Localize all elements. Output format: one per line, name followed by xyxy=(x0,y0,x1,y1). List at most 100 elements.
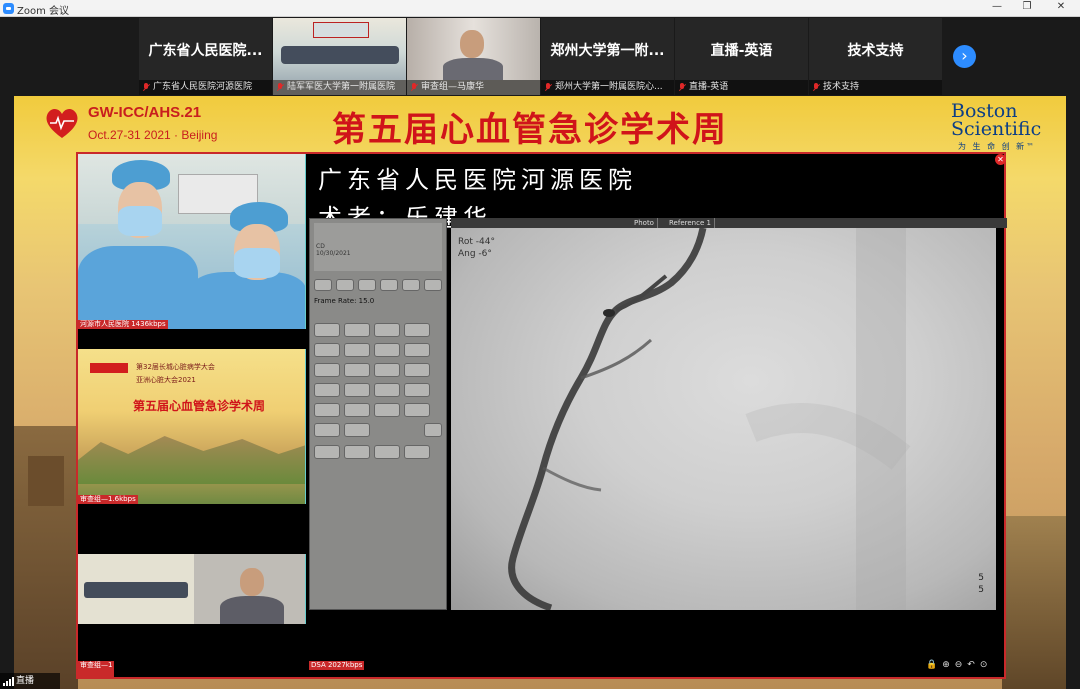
angulation-readout: Ang -6° xyxy=(458,249,492,259)
mini-subtitle: 亚洲心脏大会2021 xyxy=(136,376,196,384)
conference-date: Oct.27-31 2021 · Beijing xyxy=(88,128,218,142)
video-tile-panel[interactable] xyxy=(78,554,306,624)
presentation-window: 河源市人民医院 1436kbps 第32届长城心脏病学大会 亚洲心脏大会2021… xyxy=(76,152,1007,679)
view-tools[interactable]: 🔒⊕⊖↶⊙ xyxy=(926,660,992,670)
sponsor-tagline: 为 生 命 创 新™ xyxy=(958,142,1037,151)
mic-muted-icon xyxy=(544,83,552,92)
tool-button[interactable] xyxy=(404,363,430,377)
participant-tile[interactable]: 陆军军医大学第一附属医院 xyxy=(273,18,406,95)
participant-tile[interactable]: 直播-英语 直播-英语 xyxy=(675,18,808,95)
speaker-face xyxy=(240,568,264,596)
tool-button[interactable] xyxy=(344,363,370,377)
video-feed xyxy=(407,18,540,80)
tool-row xyxy=(314,445,442,459)
participant-name: 审查组—马康华 xyxy=(407,80,540,95)
restore-button[interactable]: ❐ xyxy=(1016,1,1038,15)
participant-display-name: 直播-英语 xyxy=(710,43,773,59)
participant-name: 技术支持 xyxy=(809,80,942,95)
first-frame-button[interactable] xyxy=(314,279,332,291)
mic-muted-icon xyxy=(812,83,820,92)
frame-indicator: 5 5 xyxy=(978,573,984,595)
zoom-app-icon xyxy=(3,3,14,14)
tool-button[interactable] xyxy=(344,383,370,397)
tool-button[interactable] xyxy=(404,445,430,459)
conference-logo-text: GW-ICC/AHS.21 xyxy=(88,104,202,121)
mic-muted-icon xyxy=(276,83,284,92)
play-button[interactable] xyxy=(402,279,420,291)
speaker-body xyxy=(220,596,284,624)
tab-photo[interactable]: Photo xyxy=(631,218,658,228)
tool-button[interactable] xyxy=(314,445,340,459)
tool-button[interactable] xyxy=(314,403,340,417)
tool-row xyxy=(314,323,442,337)
participant-display-name: 广东省人民医院... xyxy=(148,43,263,59)
tool-row xyxy=(314,343,442,357)
tile-label: 河源市人民医院 1436kbps xyxy=(78,320,168,329)
tool-button[interactable] xyxy=(374,403,400,417)
tool-button[interactable] xyxy=(344,343,370,357)
tool-row xyxy=(314,423,442,437)
tool-button[interactable] xyxy=(374,445,400,459)
next-page-button[interactable]: › xyxy=(953,45,976,68)
tool-button[interactable] xyxy=(374,343,400,357)
rotation-readout: Rot -44° xyxy=(458,237,495,247)
stop-button[interactable] xyxy=(358,279,376,291)
tool-button[interactable] xyxy=(404,343,430,357)
tab-reference[interactable]: Reference 1 xyxy=(666,218,715,228)
close-presentation-icon[interactable]: ✕ xyxy=(995,154,1006,165)
angio-control-panel: CD 10/30/2021 Frame Rate: 15.0 xyxy=(309,218,447,610)
tool-button[interactable] xyxy=(374,363,400,377)
participant-tile[interactable]: 技术支持 技术支持 xyxy=(809,18,942,95)
minimize-button[interactable]: — xyxy=(986,1,1008,15)
participant-display-name: 技术支持 xyxy=(847,43,904,59)
panel-speakers xyxy=(84,582,188,598)
sponsor-logo: Boston Scientific xyxy=(951,102,1042,140)
tool-button[interactable] xyxy=(374,323,400,337)
great-wall-image xyxy=(78,436,305,484)
participant-tile[interactable]: 广东省人民医院... 广东省人民医院河源医院 xyxy=(139,18,272,95)
participant-name: 直播-英语 xyxy=(675,80,808,95)
stream-label: DSA 2027kbps xyxy=(309,661,365,670)
tool-button[interactable] xyxy=(344,423,370,437)
mini-title: 第五届心血管急诊学术周 xyxy=(133,399,266,413)
tool-button[interactable] xyxy=(314,363,340,377)
surgical-mask xyxy=(234,248,280,278)
playback-controls xyxy=(314,279,442,293)
tool-button[interactable] xyxy=(404,323,430,337)
close-tool-button[interactable] xyxy=(424,423,442,437)
sponsor-line2: Scientific xyxy=(951,118,1042,140)
tool-row xyxy=(314,383,442,397)
great-wall-left xyxy=(14,426,78,689)
tool-button[interactable] xyxy=(314,383,340,397)
participant-display-name: 郑州大学第一附... xyxy=(550,43,665,59)
participant-name: 陆军军医大学第一附属医院 xyxy=(273,80,406,95)
tool-button[interactable] xyxy=(344,445,370,459)
panel-room xyxy=(78,554,194,624)
tool-button[interactable] xyxy=(344,323,370,337)
tool-button[interactable] xyxy=(374,383,400,397)
tool-button[interactable] xyxy=(344,403,370,417)
live-status[interactable]: 直播 xyxy=(0,673,60,689)
mic-muted-icon xyxy=(142,83,150,92)
tool-button[interactable] xyxy=(314,343,340,357)
tool-button[interactable] xyxy=(314,323,340,337)
participant-tile[interactable]: 审查组—马康华 xyxy=(407,18,540,95)
video-tile-conference-slide[interactable]: 第32届长城心脏病学大会 亚洲心脏大会2021 第五届心血管急诊学术周 审查组—… xyxy=(78,349,306,504)
pause-button[interactable] xyxy=(380,279,398,291)
frame-rate: Frame Rate: 15.0 xyxy=(314,297,375,305)
participant-tile[interactable]: 郑州大学第一附... 郑州大学第一附属医院心... xyxy=(541,18,674,95)
tile-label: 审查组—1.6kbps xyxy=(78,495,138,504)
shared-screen: GW-ICC/AHS.21 Oct.27-31 2021 · Beijing 第… xyxy=(14,96,1066,689)
tool-button[interactable] xyxy=(404,403,430,417)
close-window-button[interactable]: ✕ xyxy=(1050,1,1072,15)
tile-label: 审查组—1 xyxy=(78,661,115,677)
video-tile-operators[interactable]: 河源市人民医院 1436kbps xyxy=(78,154,306,329)
angle-readout: Rot -44° Ang -6° xyxy=(458,236,495,260)
study-info: CD 10/30/2021 xyxy=(314,223,442,271)
prev-frame-button[interactable] xyxy=(336,279,354,291)
angiography-image: 5 5 xyxy=(451,227,996,612)
tool-button[interactable] xyxy=(404,383,430,397)
operator-gown xyxy=(190,272,305,329)
last-frame-button[interactable] xyxy=(424,279,442,291)
tool-button[interactable] xyxy=(314,423,340,437)
